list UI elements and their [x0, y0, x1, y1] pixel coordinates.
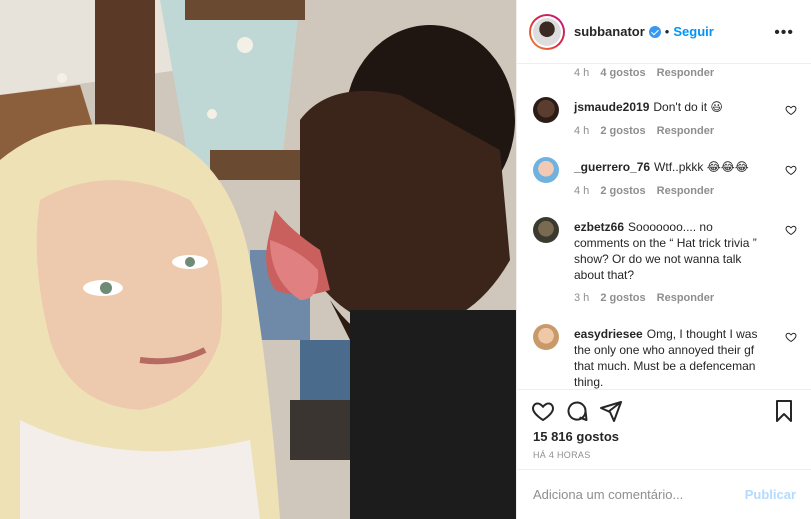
comment-time: 4 h: [574, 67, 590, 79]
comment-like-heart-icon[interactable]: [785, 164, 797, 176]
comment-like-heart-icon[interactable]: [785, 224, 797, 236]
post-side-panel: subbanator • Seguir ••• 4 h 4 gostos Res…: [516, 0, 811, 519]
comment-time: 4 h: [574, 125, 590, 137]
comment-like-heart-icon[interactable]: [785, 104, 797, 116]
commenter-username[interactable]: ezbetz66: [574, 220, 624, 234]
paper-plane-icon[interactable]: [599, 399, 623, 423]
reply-button[interactable]: Responder: [657, 67, 714, 79]
comment-input[interactable]: [533, 487, 745, 502]
commenter-avatar[interactable]: [533, 157, 559, 183]
comment-meta: 3 h 2 gostos Responder: [574, 292, 722, 304]
more-options-icon[interactable]: •••: [774, 24, 794, 42]
comment-likes[interactable]: 2 gostos: [600, 125, 645, 137]
post-timestamp: HÁ 4 HORAS: [533, 450, 591, 460]
comment-text: Wtf..pkkk 😂😂😂: [654, 160, 749, 174]
post-photo-illustration: [0, 0, 516, 519]
commenter-username[interactable]: _guerrero_76: [574, 160, 650, 174]
bookmark-icon[interactable]: [772, 399, 796, 423]
comment-text: Don't do it 😃: [653, 100, 723, 114]
reply-button[interactable]: Responder: [657, 292, 714, 304]
follow-button[interactable]: Seguir: [673, 24, 713, 39]
comment-time: 3 h: [574, 292, 590, 304]
comment-meta: 4 h 2 gostos Responder: [574, 125, 722, 137]
comment-bubble-icon[interactable]: [565, 399, 589, 423]
post-actions-bar: [517, 389, 811, 429]
post-username[interactable]: subbanator: [574, 24, 645, 39]
comments-list[interactable]: 4 h 4 gostos Responder jsmaude2019 Don't …: [517, 64, 811, 389]
commenter-username[interactable]: jsmaude2019: [574, 100, 649, 114]
likes-count[interactable]: 15 816 gostos: [533, 429, 619, 444]
post-photo[interactable]: [0, 0, 516, 519]
commenter-avatar[interactable]: [533, 324, 559, 350]
publish-button[interactable]: Publicar: [745, 487, 796, 502]
separator-dot: •: [664, 24, 670, 39]
comment-likes[interactable]: 2 gostos: [600, 292, 645, 304]
reply-button[interactable]: Responder: [657, 185, 714, 197]
commenter-avatar[interactable]: [533, 217, 559, 243]
reply-button[interactable]: Responder: [657, 125, 714, 137]
commenter-avatar[interactable]: [533, 97, 559, 123]
comment-likes[interactable]: 2 gostos: [600, 185, 645, 197]
comment-meta: 4 h 4 gostos Responder: [574, 67, 722, 79]
add-comment-bar: Publicar: [517, 469, 811, 519]
comment-likes[interactable]: 4 gostos: [600, 67, 645, 79]
post-header: subbanator • Seguir •••: [517, 0, 811, 64]
comment-meta: 4 h 2 gostos Responder: [574, 185, 722, 197]
comment-time: 4 h: [574, 185, 590, 197]
commenter-username[interactable]: easydriesee: [574, 327, 643, 341]
profile-avatar[interactable]: [529, 13, 565, 50]
heart-outline-icon[interactable]: [531, 399, 555, 423]
comment-like-heart-icon[interactable]: [785, 331, 797, 343]
verified-badge-icon: [648, 25, 661, 38]
